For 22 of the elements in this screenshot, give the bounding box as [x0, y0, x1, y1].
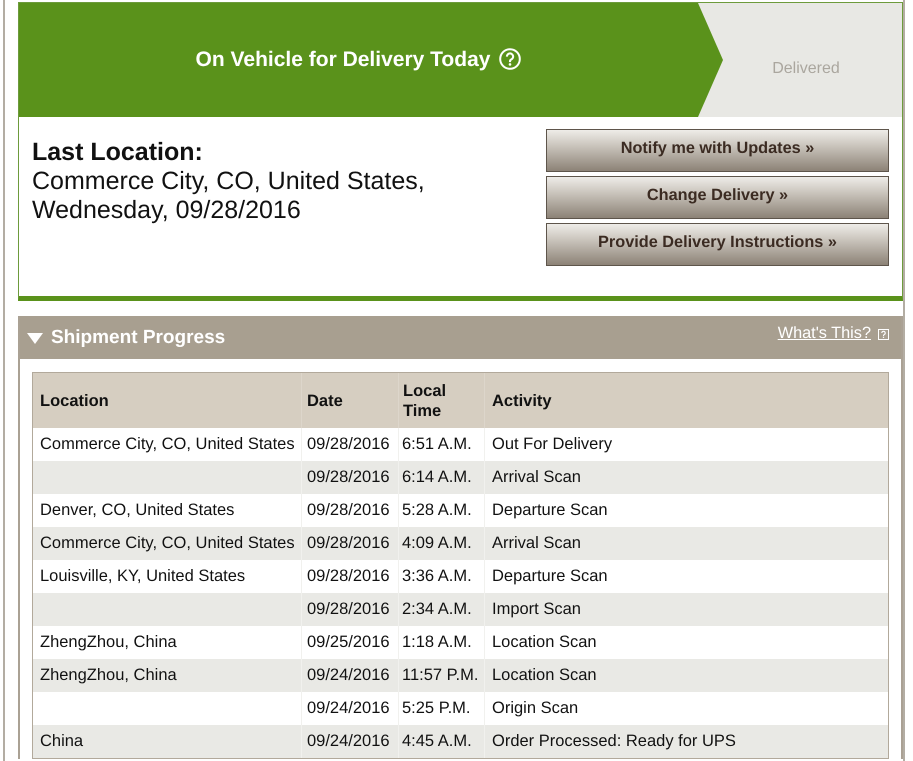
- table-cell: 09/24/2016: [301, 725, 398, 758]
- action-button[interactable]: Provide Delivery Instructions »: [546, 223, 889, 266]
- table-cell-text: Denver, CO, United States: [39, 500, 236, 521]
- table-cell-text: ZhengZhou, China: [39, 632, 178, 653]
- help-icon[interactable]: [499, 48, 522, 70]
- stage-label: On Vehicle for Delivery Today: [196, 48, 490, 72]
- table-cell-text: Commerce City, CO, United States: [39, 434, 296, 455]
- stage-label: Delivered: [772, 60, 840, 78]
- table-cell-text: China: [39, 731, 84, 752]
- table-cell-text: Louisville, KY, United States: [39, 566, 246, 587]
- collapse-triangle-icon[interactable]: [27, 333, 43, 344]
- last-location-label: Last Location:: [32, 138, 204, 167]
- action-button[interactable]: Change Delivery »: [546, 176, 889, 219]
- panel-title: Shipment Progress: [51, 326, 226, 348]
- action-button[interactable]: Notify me with Updates »: [546, 129, 889, 172]
- table-cell: 4:45 A.M.: [398, 725, 484, 758]
- table-cell: Order Processed: Ready for UPS: [484, 725, 888, 758]
- table-cell-text: Commerce City, CO, United States: [39, 533, 296, 554]
- column-header: Location: [39, 390, 110, 412]
- help-icon[interactable]: [878, 329, 889, 340]
- last-location-text: Commerce City, CO, United States, Wednesday, 09/28/2016: [32, 167, 426, 225]
- table-cell-text: ZhengZhou, China: [39, 665, 178, 686]
